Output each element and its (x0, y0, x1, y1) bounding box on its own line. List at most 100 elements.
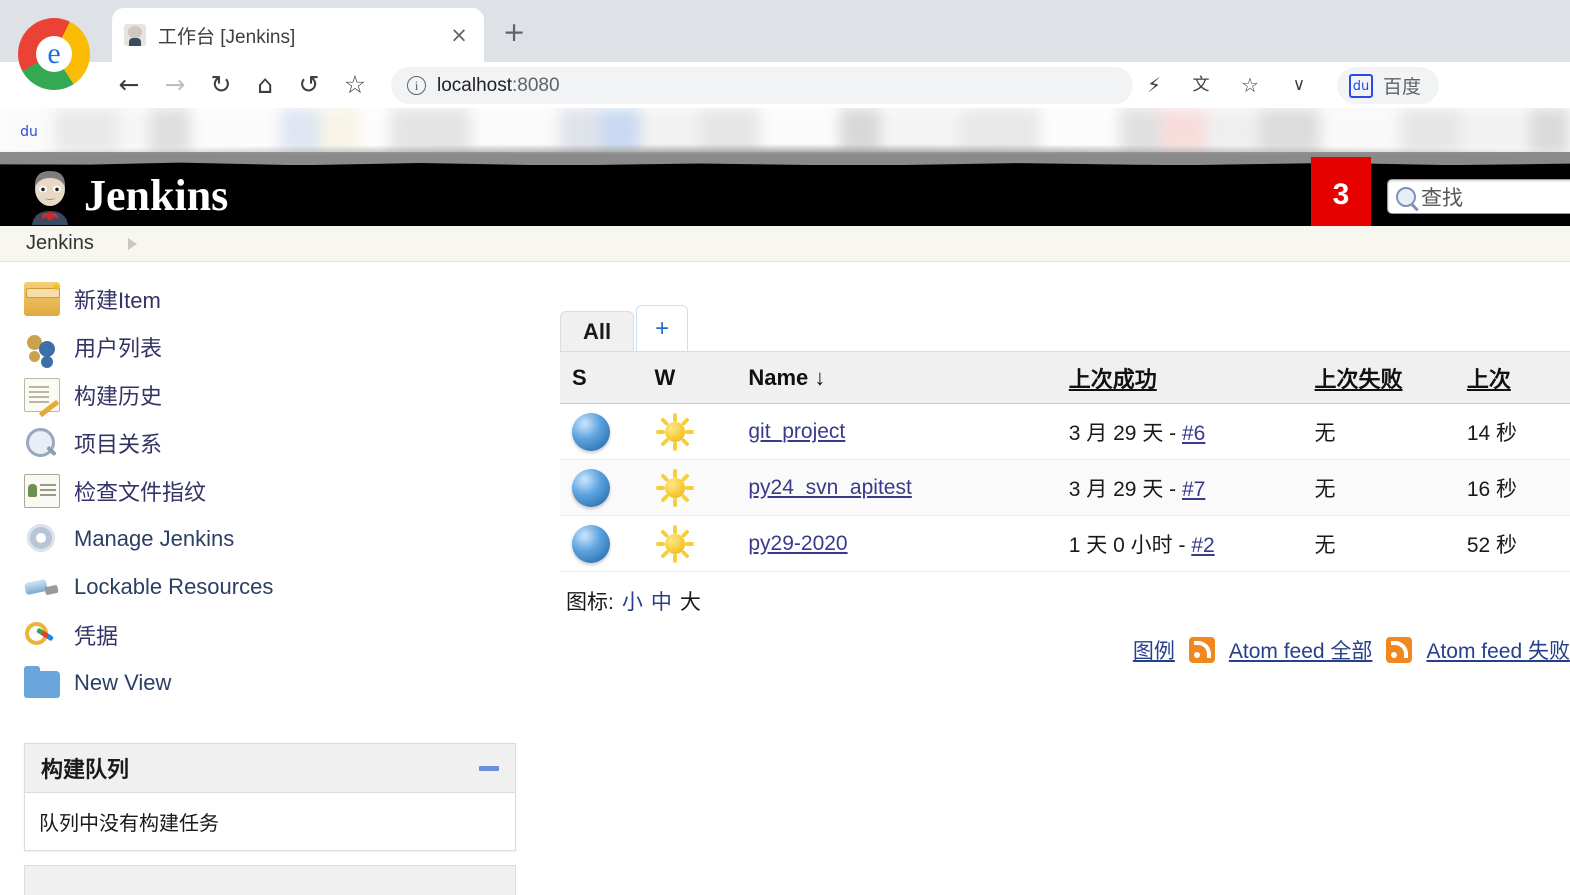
build-queue-empty-text: 队列中没有构建任务 (25, 793, 515, 850)
chrome-e-glyph: e (18, 39, 90, 69)
usb-icon (24, 570, 60, 604)
sidebar-item-manage-jenkins[interactable]: Manage Jenkins (0, 515, 540, 563)
sidebar-item-credentials[interactable]: 凭据 (0, 611, 540, 659)
blue-ball-icon[interactable] (572, 469, 610, 507)
new-item-icon (24, 282, 60, 316)
job-link[interactable]: git_project (748, 420, 845, 443)
browser-tab[interactable]: 工作台 [Jenkins] × (112, 8, 484, 62)
last-success-text: 3 月 29 天 - (1069, 422, 1182, 445)
atom-feed-failed-link[interactable]: Atom feed 失败 (1426, 635, 1570, 665)
history-icon (24, 378, 60, 412)
translate-icon[interactable]: 文 (1186, 70, 1216, 100)
history-back-icon[interactable]: ↺ (292, 68, 326, 102)
sidebar-item-fingerprint[interactable]: 检查文件指纹 (0, 467, 540, 515)
sidebar-item-lockable-resources[interactable]: Lockable Resources (0, 563, 540, 611)
atom-feed-all-link[interactable]: Atom feed 全部 (1229, 635, 1373, 665)
build-number-link[interactable]: #6 (1182, 422, 1205, 445)
last-success-text: 3 月 29 天 - (1069, 478, 1182, 501)
build-queue-title: 构建队列 (41, 752, 129, 784)
last-success-text: 1 天 0 小时 - (1069, 534, 1192, 557)
tab-add-view[interactable]: + (636, 305, 688, 351)
sidebar-item-new-item[interactable]: 新建Item (0, 275, 540, 323)
breadcrumb: Jenkins (0, 226, 1570, 262)
breadcrumb-item-jenkins[interactable]: Jenkins (26, 232, 94, 255)
home-icon[interactable]: ⌂ (248, 68, 282, 102)
rss-icon (1189, 637, 1215, 663)
chevron-right-icon[interactable] (128, 238, 137, 250)
jenkins-search-box[interactable]: 查找 (1387, 179, 1570, 214)
icon-size-small[interactable]: 小 (622, 591, 643, 614)
job-link[interactable]: py24_svn_apitest (748, 476, 911, 499)
sidebar-item-label: 项目关系 (74, 427, 162, 459)
url-port: :8080 (512, 75, 560, 96)
build-queue-header: 构建队列 (25, 744, 515, 793)
column-header-name[interactable]: Name ↓ (736, 352, 1056, 404)
column-header-status[interactable]: S (560, 352, 643, 404)
back-icon[interactable]: ← (112, 68, 146, 102)
icon-size-large: 大 (680, 591, 701, 614)
site-info-icon[interactable]: i (407, 76, 426, 95)
job-last-success-cell: 3 月 29 天 - #7 (1057, 460, 1303, 516)
jobs-table: S W Name ↓ 上次成功 上次失败 上次 git_project 3 月 … (560, 351, 1570, 572)
sidebar-item-label: 构建历史 (74, 379, 162, 411)
column-header-weather[interactable]: W (643, 352, 737, 404)
job-name-cell: py29-2020 (736, 516, 1056, 572)
search-icon (1396, 187, 1416, 207)
job-link[interactable]: py29-2020 (748, 532, 847, 555)
jenkins-butler-icon (124, 24, 146, 46)
blue-ball-icon[interactable] (572, 525, 610, 563)
new-tab-button[interactable]: + (498, 18, 530, 50)
lightning-icon[interactable]: ⚡ (1139, 70, 1169, 100)
minimize-icon[interactable] (479, 766, 499, 771)
job-last-failure-cell: 无 (1303, 404, 1455, 460)
notification-badge[interactable]: 3 (1311, 157, 1371, 226)
keys-icon (24, 618, 60, 652)
forward-icon[interactable]: → (158, 68, 192, 102)
chevron-down-icon[interactable]: ∨ (1284, 70, 1314, 100)
fingerprint-card-icon (24, 474, 60, 508)
column-header-last-success[interactable]: 上次成功 (1057, 352, 1303, 404)
build-number-link[interactable]: #7 (1182, 478, 1205, 501)
job-last-duration-cell: 16 秒 (1455, 460, 1570, 516)
sidebar-item-label: Manage Jenkins (74, 526, 234, 552)
bookmark-star-icon[interactable]: ☆ (338, 68, 372, 102)
address-bar[interactable]: i localhost:8080 (391, 67, 1133, 104)
rss-icon (1386, 637, 1412, 663)
star-icon[interactable]: ☆ (1235, 70, 1265, 100)
sidebar-item-label: 凭据 (74, 619, 118, 651)
baidu-paw-icon[interactable]: du (16, 119, 42, 145)
reload-icon[interactable]: ↻ (204, 68, 238, 102)
sidebar-item-label: 新建Item (74, 283, 161, 315)
sunny-icon (655, 468, 695, 508)
legend-link[interactable]: 图例 (1133, 635, 1175, 665)
job-last-success-cell: 1 天 0 小时 - #2 (1057, 516, 1303, 572)
browser-toolbar: ← → ↻ ⌂ ↺ ☆ i localhost:8080 ⚡ 文 ☆ ∨ du … (0, 62, 1570, 108)
column-header-last-duration-label: 上次 (1467, 367, 1511, 392)
job-weather-cell (643, 460, 737, 516)
icon-size-medium[interactable]: 中 (651, 591, 672, 614)
job-name-cell: git_project (736, 404, 1056, 460)
sidebar-item-build-history[interactable]: 构建历史 (0, 371, 540, 419)
sidebar-item-users[interactable]: 用户列表 (0, 323, 540, 371)
job-last-success-cell: 3 月 29 天 - #6 (1057, 404, 1303, 460)
blue-ball-icon[interactable] (572, 413, 610, 451)
people-icon (24, 330, 60, 364)
tab-title: 工作台 [Jenkins] (158, 22, 446, 49)
job-name-cell: py24_svn_apitest (736, 460, 1056, 516)
tab-all[interactable]: All (560, 311, 634, 351)
job-weather-cell (643, 404, 737, 460)
chrome-logo-icon: e (18, 18, 90, 90)
job-last-duration-cell: 52 秒 (1455, 516, 1570, 572)
column-header-last-duration[interactable]: 上次 (1455, 352, 1570, 404)
sidebar-item-project-relationship[interactable]: 项目关系 (0, 419, 540, 467)
build-number-link[interactable]: #2 (1191, 534, 1214, 557)
close-icon[interactable]: × (446, 23, 472, 47)
baidu-paw-icon: du (1349, 74, 1373, 98)
job-last-failure-cell: 无 (1303, 516, 1455, 572)
sidebar-item-new-view[interactable]: New View (0, 659, 540, 707)
column-header-last-failure[interactable]: 上次失败 (1303, 352, 1455, 404)
baidu-profile-chip[interactable]: du 百度 (1337, 67, 1439, 104)
jenkins-wordmark[interactable]: Jenkins (84, 170, 228, 221)
build-queue-panel: 构建队列 队列中没有构建任务 (24, 743, 516, 851)
footer-feed-links: 图例 Atom feed 全部 Atom feed 失败 (1133, 635, 1570, 665)
